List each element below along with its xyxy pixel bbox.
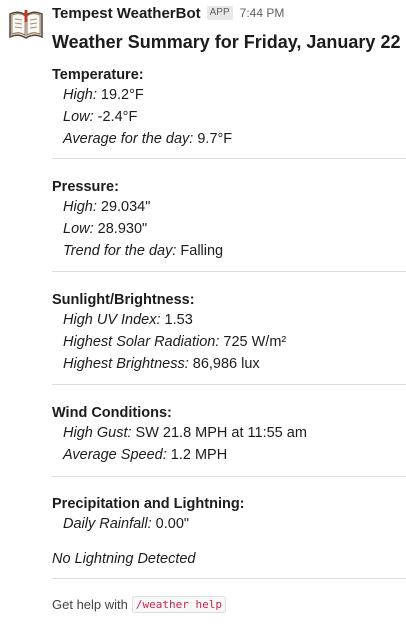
sunlight-brightness-row: Highest Brightness: 86,986 lux (52, 353, 406, 375)
wind-gust-value: SW 21.8 MPH at 11:55 am (131, 425, 307, 441)
temperature-section: Temperature: High: 19.2°F Low: -2.4°F Av… (52, 66, 406, 150)
summary-title: Weather Summary for Friday, January 22 (52, 32, 401, 52)
wind-avg-row: Average Speed: 1.2 MPH (52, 444, 406, 466)
sunlight-heading: Sunlight/Brightness: (52, 292, 195, 308)
precip-section: Precipitation and Lightning: Daily Rainf… (52, 495, 406, 535)
temperature-high-label: High: (63, 87, 97, 103)
pressure-section: Pressure: High: 29.034" Low: 28.930" Tre… (52, 178, 406, 262)
sunlight-brightness-value: 86,986 lux (188, 356, 260, 372)
pressure-high-row: High: 29.034" (52, 196, 406, 218)
lightning-status: No Lightning Detected (52, 551, 196, 567)
precip-heading: Precipitation and Lightning: (52, 496, 245, 512)
divider (52, 158, 406, 159)
temperature-avg-row: Average for the day: 9.7°F (52, 128, 406, 150)
divider (52, 578, 406, 579)
sunlight-section: Sunlight/Brightness: High UV Index: 1.53… (52, 291, 406, 375)
wind-avg-value: 1.2 MPH (166, 447, 228, 463)
timestamp[interactable]: 7:44 PM (240, 6, 285, 20)
precip-rain-label: Daily Rainfall: (63, 516, 152, 532)
wind-gust-label: High Gust: (63, 425, 132, 441)
app-badge: APP (206, 6, 233, 20)
wind-avg-label: Average Speed: (63, 447, 167, 463)
sender-name[interactable]: Tempest WeatherBot (52, 5, 201, 22)
precip-rain-value: 0.00" (151, 516, 190, 532)
pressure-low-label: Low: (63, 221, 94, 237)
temperature-avg-value: 9.7°F (193, 131, 233, 147)
pressure-trend-value: Falling (176, 243, 224, 259)
open-book-icon[interactable] (8, 7, 44, 41)
wind-section: Wind Conditions: High Gust: SW 21.8 MPH … (52, 404, 406, 466)
divider (52, 384, 406, 385)
pressure-high-value: 29.034" (96, 199, 151, 215)
precip-rain-row: Daily Rainfall: 0.00" (52, 513, 406, 535)
pressure-low-row: Low: 28.930" (52, 218, 406, 240)
pressure-low-value: 28.930" (93, 221, 148, 237)
help-line: Get help with /weather help (52, 596, 226, 613)
temperature-avg-label: Average for the day: (63, 131, 194, 147)
sunlight-brightness-label: Highest Brightness: (63, 356, 189, 372)
message-header: Tempest WeatherBot APP 7:44 PM (52, 3, 406, 23)
temperature-low-row: Low: -2.4°F (52, 106, 406, 128)
divider (52, 476, 406, 477)
temperature-high-value: 19.2°F (96, 87, 144, 103)
temperature-high-row: High: 19.2°F (52, 84, 406, 106)
pressure-trend-label: Trend for the day: (63, 243, 177, 259)
pressure-high-label: High: (63, 199, 97, 215)
divider (52, 271, 406, 272)
wind-gust-row: High Gust: SW 21.8 MPH at 11:55 am (52, 422, 406, 444)
help-text: Get help with (52, 597, 128, 612)
bot-message: Tempest WeatherBot APP 7:44 PM Weather S… (0, 0, 406, 624)
wind-heading: Wind Conditions: (52, 405, 172, 421)
sunlight-uv-value: 1.53 (160, 312, 193, 328)
sunlight-uv-row: High UV Index: 1.53 (52, 309, 406, 331)
temperature-low-label: Low: (63, 109, 94, 125)
temperature-low-value: -2.4°F (93, 109, 138, 125)
pressure-trend-row: Trend for the day: Falling (52, 240, 406, 262)
sunlight-solar-label: Highest Solar Radiation: (63, 334, 220, 350)
pressure-heading: Pressure: (52, 179, 119, 195)
sunlight-solar-row: Highest Solar Radiation: 725 W/m² (52, 331, 406, 353)
sunlight-uv-label: High UV Index: (63, 312, 161, 328)
temperature-heading: Temperature: (52, 67, 144, 83)
help-command[interactable]: /weather help (131, 596, 226, 613)
sunlight-solar-value: 725 W/m² (219, 334, 287, 350)
